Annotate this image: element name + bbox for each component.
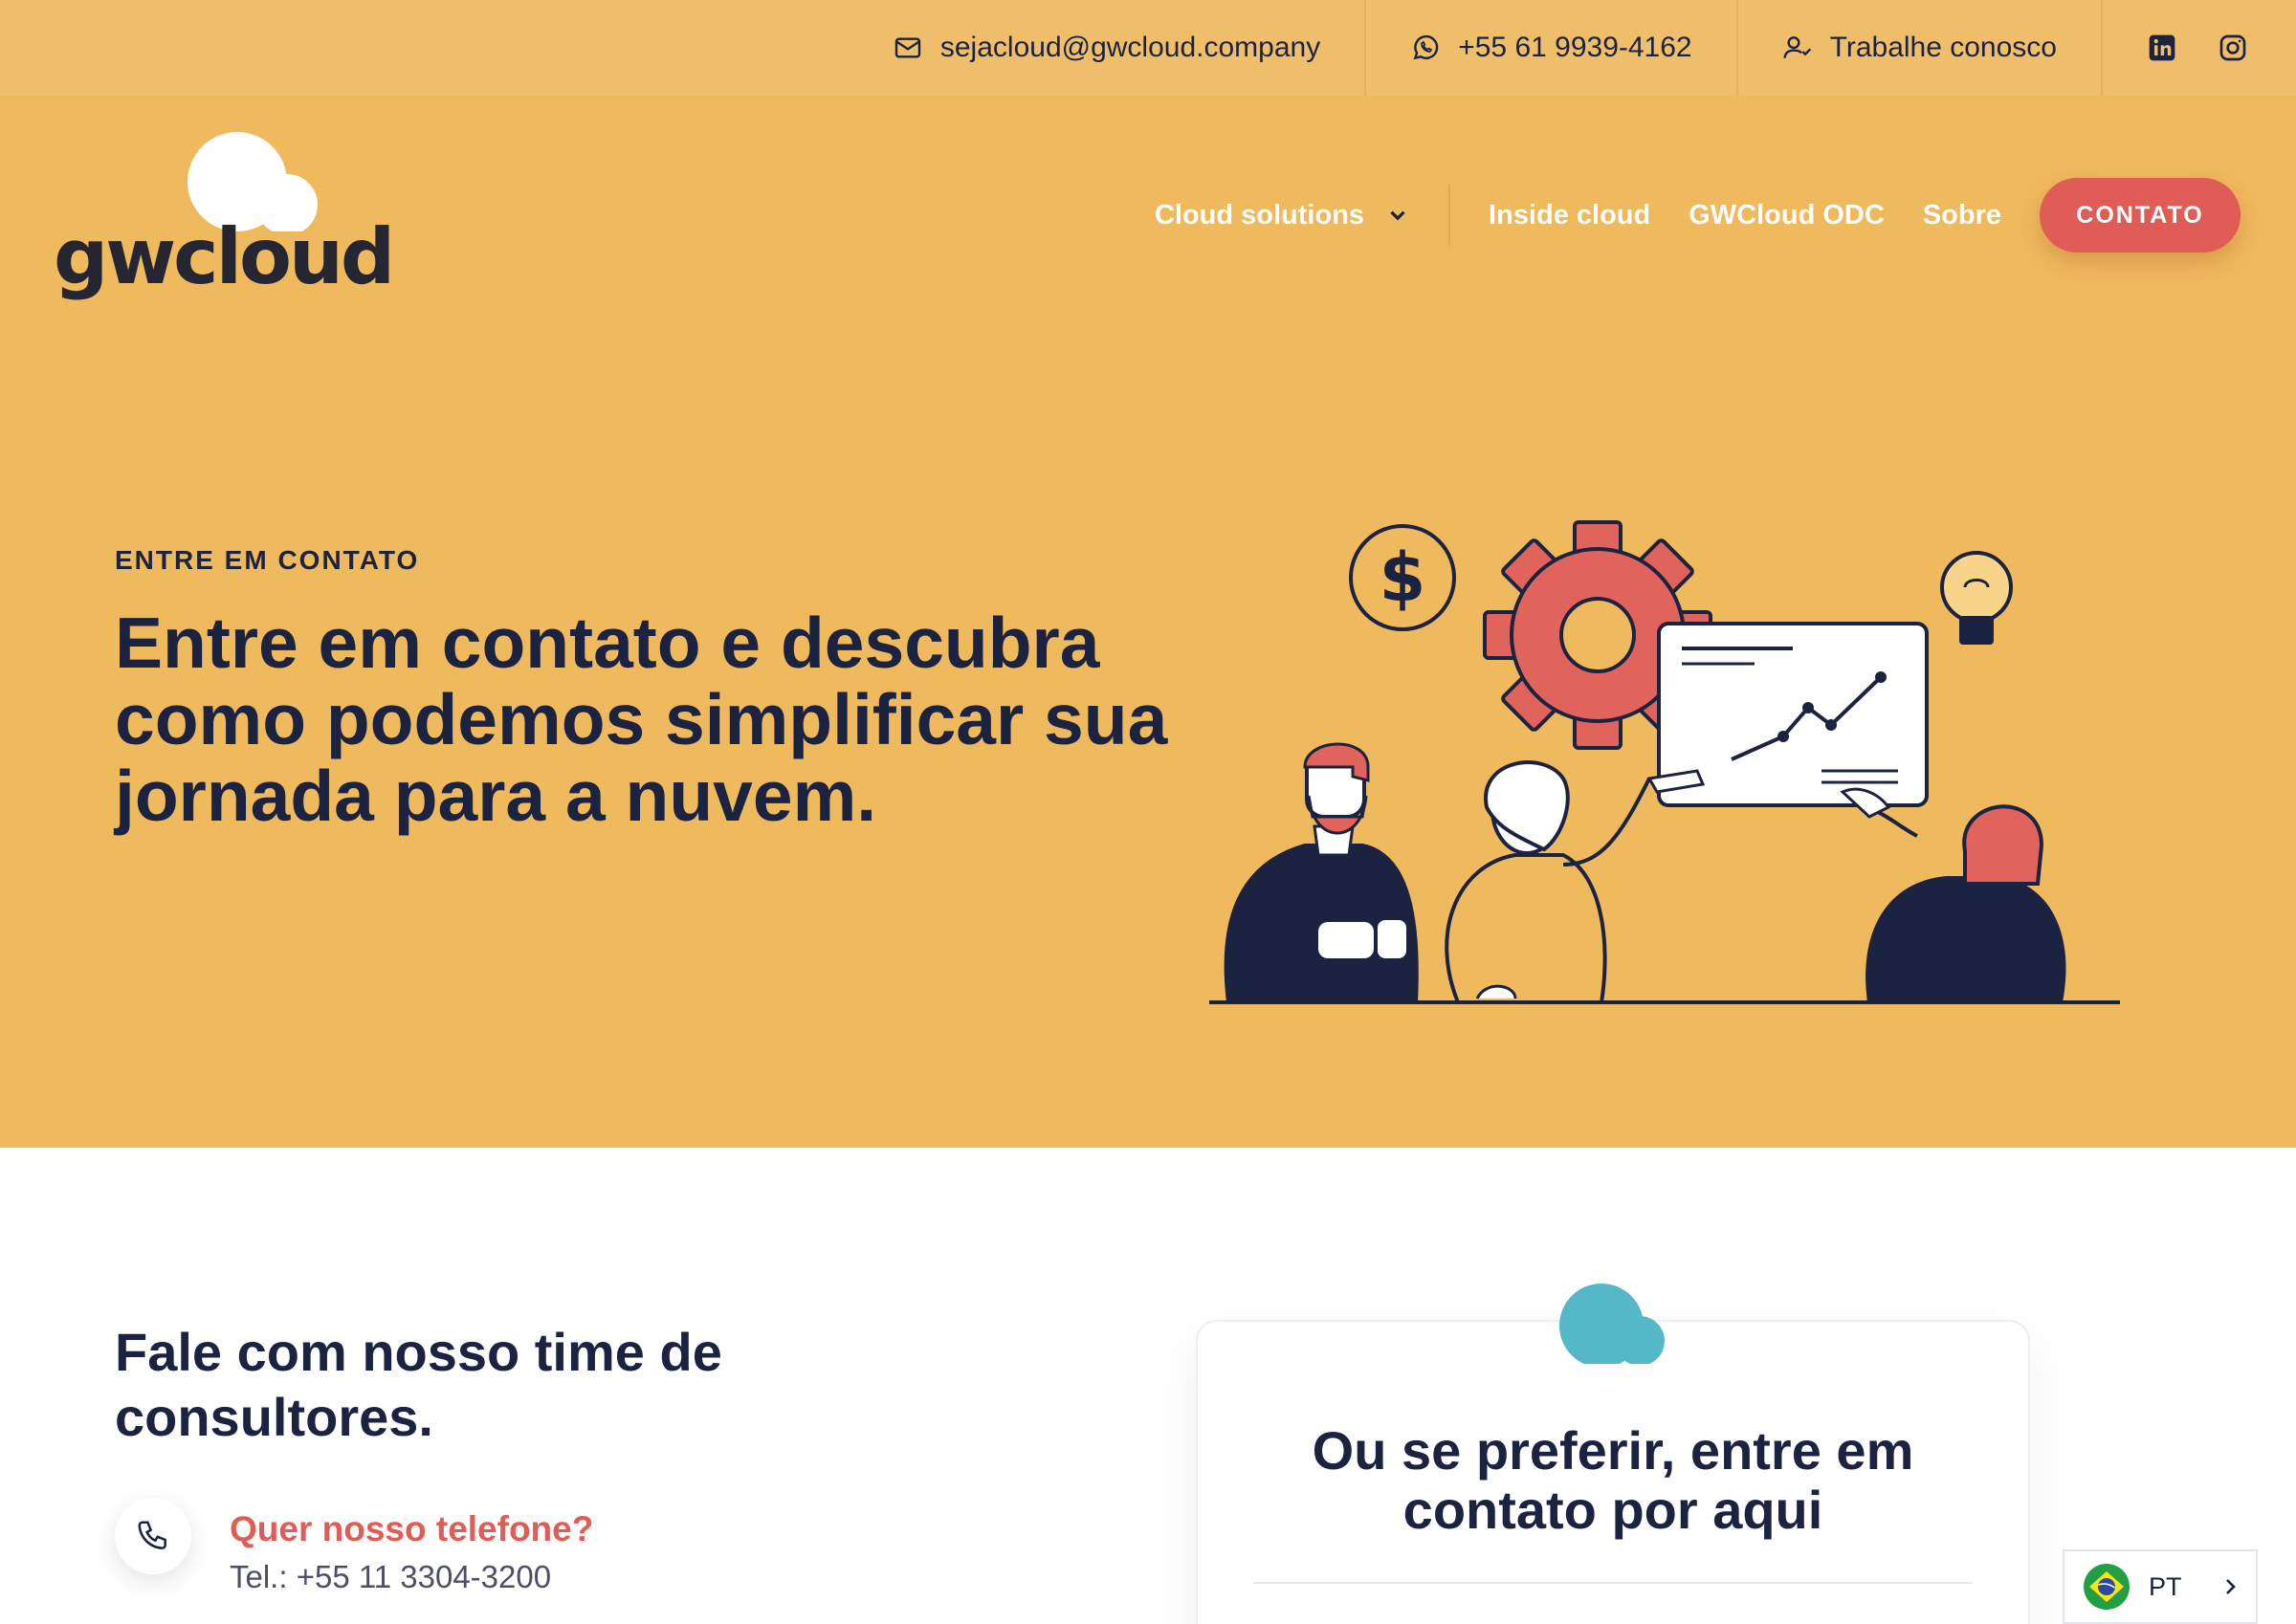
man-figure bbox=[1224, 742, 1419, 1004]
phone-badge bbox=[115, 1498, 191, 1574]
team-illustration: $ bbox=[1209, 520, 2120, 1004]
linkedin-icon[interactable] bbox=[2147, 33, 2177, 63]
topbar-careers[interactable]: Trabalhe conosco bbox=[1735, 0, 2101, 96]
cloud-icon bbox=[1557, 1284, 1665, 1368]
logo-wordmark: gwcloud bbox=[54, 212, 395, 301]
language-label: PT bbox=[2149, 1571, 2182, 1601]
phone-question[interactable]: Quer nosso telefone? bbox=[230, 1509, 593, 1549]
brazil-flag-icon bbox=[2084, 1564, 2130, 1610]
contact-form-title: Ou se preferir, entre em contato por aqu… bbox=[1312, 1420, 1914, 1540]
card-divider bbox=[1253, 1582, 1973, 1584]
nav-item-gwcloud-odc[interactable]: GWCloud ODC bbox=[1689, 200, 1885, 231]
topbar-email[interactable]: sejacloud@gwcloud.company bbox=[849, 0, 1364, 96]
main-nav: Cloud solutions Inside cloud GWCloud ODC… bbox=[1155, 178, 2241, 252]
nav-item-inside-cloud[interactable]: Inside cloud bbox=[1489, 200, 1650, 231]
phone-icon bbox=[138, 1521, 166, 1549]
chevron-down-icon bbox=[1390, 210, 1405, 221]
phone-number: Tel.: +55 11 3304-3200 bbox=[230, 1559, 552, 1594]
social-links bbox=[2101, 0, 2296, 96]
user-check-icon bbox=[1783, 36, 1811, 58]
hero-eyebrow: ENTRE EM CONTATO bbox=[115, 545, 420, 575]
chevron-right-icon bbox=[2225, 1579, 2236, 1594]
consultants-title: Fale com nosso time de consultores. bbox=[115, 1322, 722, 1447]
topbar-careers-text: Trabalhe conosco bbox=[1829, 32, 2057, 63]
hero-title: Entre em contato e descubra como podemos… bbox=[115, 603, 1168, 836]
nav-item-cloud-solutions: Cloud solutions bbox=[1154, 199, 1365, 230]
hero-section: gwcloud Cloud solutions Inside cloud GWC… bbox=[0, 96, 2296, 1148]
nav-item-sobre[interactable]: Sobre bbox=[1923, 200, 2001, 231]
dollar-coin-icon: $ bbox=[1349, 524, 1456, 631]
topbar-phone-text: +55 61 9939-4162 bbox=[1458, 32, 1692, 63]
redhead-figure bbox=[1840, 787, 2066, 1004]
svg-text:$: $ bbox=[1380, 538, 1426, 617]
instagram-icon[interactable] bbox=[2218, 33, 2248, 63]
mail-icon bbox=[894, 37, 921, 58]
language-switcher[interactable]: PT bbox=[2063, 1549, 2258, 1624]
topbar-phone[interactable]: +55 61 9939-4162 bbox=[1364, 0, 1735, 96]
whatsapp-icon bbox=[1413, 34, 1439, 60]
lightbulb-icon bbox=[1940, 551, 2013, 645]
top-contact-bar: sejacloud@gwcloud.company +55 61 9939-41… bbox=[0, 0, 2296, 96]
nav-cloud-solutions[interactable]: Cloud solutions bbox=[1154, 185, 1451, 246]
topbar-email-text: sejacloud@gwcloud.company bbox=[939, 32, 1321, 63]
contato-button[interactable]: CONTATO bbox=[2040, 178, 2241, 252]
gwcloud-logo[interactable]: gwcloud bbox=[54, 130, 395, 302]
